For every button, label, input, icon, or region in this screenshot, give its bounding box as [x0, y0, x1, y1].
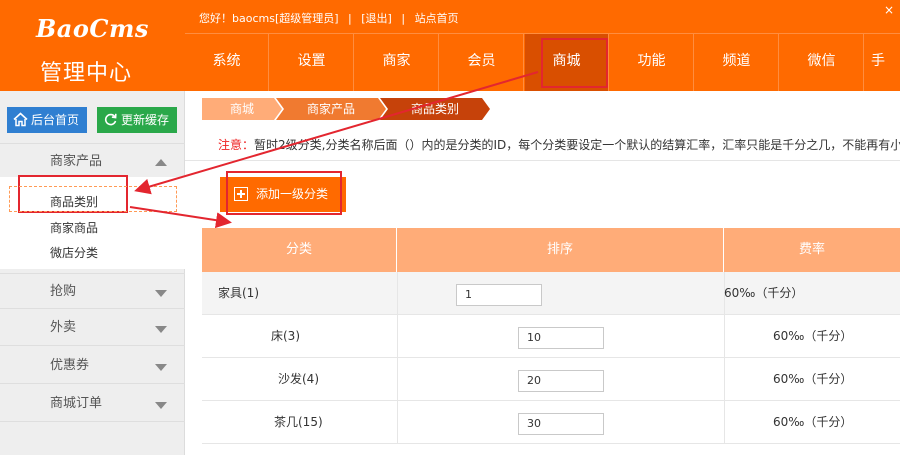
menu-group-label: 抢购 [50, 284, 77, 299]
top-bar: 您好！baocms[超级管理员] | [退出] | 站点首页 × [185, 0, 900, 33]
caret-down-icon [155, 364, 167, 371]
menu-group-label: 优惠券 [50, 358, 90, 373]
top-bar-links: 您好！baocms[超级管理员] | [退出] | 站点首页 [199, 10, 459, 26]
caret-up-icon [155, 159, 167, 166]
menu-group-flash-sale[interactable]: 抢购 [0, 273, 185, 309]
nav-item-functions[interactable]: 功能 [610, 34, 694, 91]
separator: | [348, 12, 352, 25]
nav-item-system[interactable]: 系统 [185, 34, 269, 91]
close-icon[interactable]: × [884, 3, 894, 17]
table-row: 床(3) 10 60‰（千分） [202, 315, 900, 358]
column-header-rate: 费率 [798, 242, 825, 257]
menu-group-label: 外卖 [50, 320, 77, 335]
menu-group-label: 商城订单 [50, 396, 103, 411]
rate-value: 60‰（千分） [773, 415, 853, 429]
breadcrumb-label: 商品类别 [410, 102, 459, 116]
column-divider [724, 358, 725, 401]
notice-text: 注意：暂时2级分类,分类名称后面（）内的是分类的ID，每个分类要设定一个默认的结… [218, 136, 900, 153]
breadcrumb-item-merchant-products[interactable]: 商家产品 [276, 98, 386, 120]
table-header: 分类 排序 费率 [202, 228, 900, 272]
notice-body: 暂时2级分类,分类名称后面（）内的是分类的ID，每个分类要设定一个默认的结算汇率… [254, 138, 900, 152]
home-button[interactable]: 后台首页 [7, 107, 87, 133]
rate-value: 60‰（千分） [773, 329, 853, 343]
column-divider [397, 358, 398, 401]
breadcrumb-item-product-categories: 商品类别 [380, 98, 490, 120]
order-input[interactable]: 30 [518, 413, 604, 435]
selection-outline [9, 186, 177, 212]
logo-area: BaoCms 管理中心 [0, 0, 185, 91]
submenu-item-microshop-categories[interactable]: 微店分类 [50, 244, 98, 261]
menu-group-label: 商家产品 [50, 154, 103, 169]
category-name: 家具(1) [218, 286, 259, 300]
nav-item-more[interactable]: 手 [865, 34, 900, 91]
nav-item-settings[interactable]: 设置 [270, 34, 354, 91]
home-button-label: 后台首页 [31, 113, 80, 127]
submenu-item-merchant-products[interactable]: 商家商品 [50, 219, 98, 236]
order-input[interactable]: 10 [518, 327, 604, 349]
site-home-link[interactable]: 站点首页 [415, 12, 459, 25]
breadcrumb-item-mall[interactable]: 商城 [202, 98, 282, 120]
column-divider [397, 401, 398, 444]
caret-down-icon [155, 402, 167, 409]
home-icon [13, 112, 28, 127]
column-divider [724, 315, 725, 358]
menu-group-mall-orders[interactable]: 商城订单 [0, 386, 185, 422]
refresh-button-label: 更新缓存 [121, 113, 170, 127]
column-divider [397, 315, 398, 358]
rate-value: 60‰（千分） [773, 372, 853, 386]
refresh-cache-button[interactable]: 更新缓存 [97, 107, 177, 133]
header: BaoCms 管理中心 您好！baocms[超级管理员] | [退出] | 站点… [0, 0, 900, 91]
logout-link[interactable]: [退出] [361, 12, 392, 25]
breadcrumb-label: 商家产品 [306, 102, 355, 116]
category-name: 茶几(15) [274, 415, 323, 429]
menu-group-merchant-products[interactable]: 商家产品 [0, 143, 185, 179]
logo: BaoCms [36, 14, 149, 43]
column-divider [397, 272, 398, 315]
greeting-text: 您好！baocms[超级管理员] [199, 12, 339, 25]
admin-center-title: 管理中心 [40, 61, 133, 86]
nav-item-wechat[interactable]: 微信 [780, 34, 864, 91]
column-header-order: 排序 [397, 228, 724, 272]
column-header-category: 分类 [202, 228, 397, 272]
nav-item-members[interactable]: 会员 [440, 34, 524, 91]
annotation-box-mall-tab [541, 38, 608, 88]
caret-down-icon [155, 326, 167, 333]
menu-group-coupons[interactable]: 优惠券 [0, 348, 185, 384]
breadcrumb-label: 商城 [229, 102, 254, 116]
separator: | [401, 12, 406, 25]
category-name: 床(3) [271, 329, 300, 343]
table-row: 家具(1) 1 60‰（千分） [202, 272, 900, 315]
category-name: 沙发(4) [278, 372, 319, 386]
nav-item-channels[interactable]: 频道 [695, 34, 779, 91]
table-row: 茶几(15) 30 60‰（千分） [202, 401, 900, 444]
refresh-icon [104, 113, 117, 126]
table-row: 沙发(4) 20 60‰（千分） [202, 358, 900, 401]
order-input[interactable]: 20 [518, 370, 604, 392]
order-input[interactable]: 1 [456, 284, 542, 306]
caret-down-icon [155, 290, 167, 297]
menu-group-takeout[interactable]: 外卖 [0, 310, 185, 346]
notice-label: 注意： [218, 138, 255, 152]
column-divider [724, 401, 725, 444]
rate-value: 60‰（千分） [724, 286, 804, 300]
nav-item-merchants[interactable]: 商家 [355, 34, 439, 91]
annotation-box-add-button [226, 171, 342, 215]
